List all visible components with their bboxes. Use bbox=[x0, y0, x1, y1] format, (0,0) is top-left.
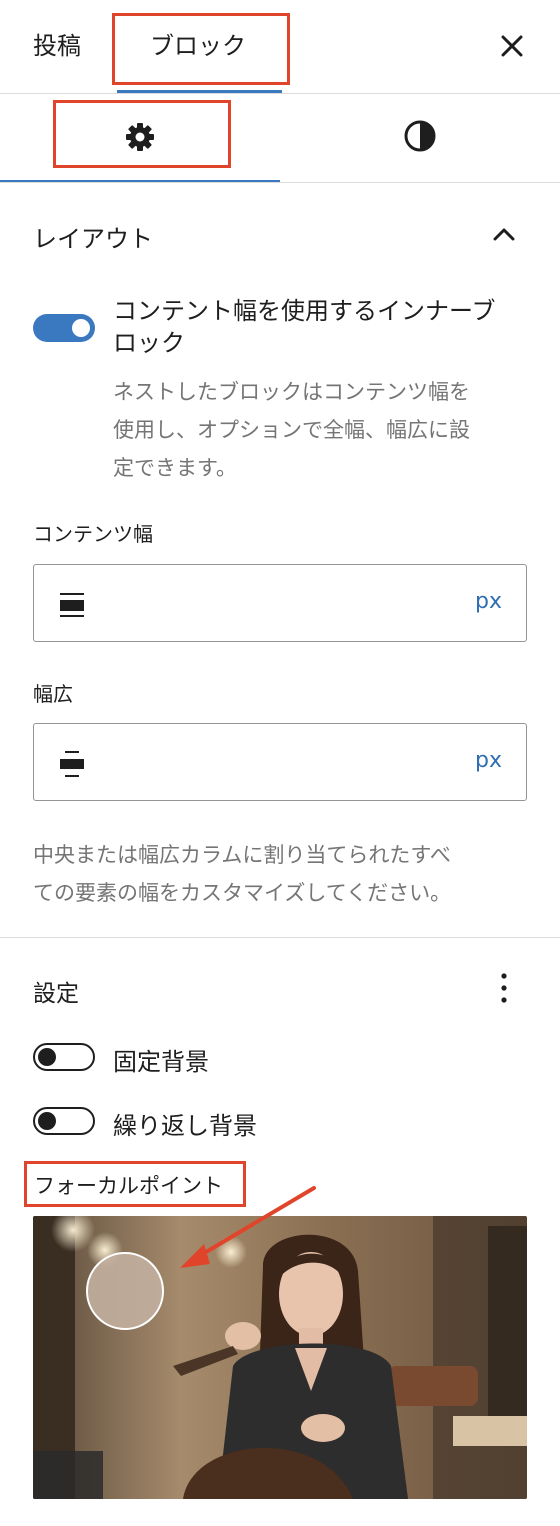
repeat-background-toggle[interactable] bbox=[33, 1107, 95, 1135]
wide-width-label: 幅広 bbox=[33, 682, 73, 706]
tab-post[interactable]: 投稿 bbox=[33, 31, 81, 61]
width-note-text: 中央または幅広カラムに割り当てられたすべ ての要素の幅をカスタマイズしてください… bbox=[33, 836, 451, 912]
repeat-background-label: 繰り返し背景 bbox=[113, 1112, 257, 1140]
fixed-background-toggle[interactable] bbox=[33, 1043, 95, 1071]
content-width-label: コンテンツ幅 bbox=[33, 522, 153, 546]
settings-panel-title: 設定 bbox=[33, 981, 79, 1007]
more-vertical-icon bbox=[501, 973, 507, 1003]
toggle-label-line-2: ロック bbox=[113, 329, 185, 357]
content-width-unit[interactable]: px bbox=[475, 589, 502, 614]
layout-panel-header[interactable]: レイアウト bbox=[0, 205, 560, 265]
fixed-background-label: 固定背景 bbox=[113, 1048, 209, 1076]
layout-divider bbox=[0, 937, 560, 938]
annotation-arrow bbox=[180, 1186, 316, 1268]
toggle-knob bbox=[38, 1048, 56, 1066]
tab-post-label: 投稿 bbox=[33, 32, 81, 60]
help-line-2: 使用し、オプションで全幅、幅広に設 bbox=[113, 418, 470, 442]
tab-styles[interactable] bbox=[280, 94, 560, 182]
toggle-knob bbox=[38, 1112, 56, 1130]
toggle-help-text: ネストしたブロックはコンテンツ幅を 使用し、オプションで全幅、幅広に設 定できま… bbox=[113, 373, 470, 487]
toggle-label-line-1: コンテント幅を使用するインナーブ bbox=[113, 297, 496, 325]
toggle-label: コンテント幅を使用するインナーブ ロック bbox=[113, 295, 496, 359]
help-line-1: ネストしたブロックはコンテンツ幅を bbox=[113, 380, 470, 404]
close-button[interactable] bbox=[496, 30, 528, 62]
settings-options-button[interactable] bbox=[490, 968, 518, 1008]
close-icon bbox=[501, 35, 523, 57]
note-line-2: ての要素の幅をカスタマイズしてください。 bbox=[33, 881, 452, 905]
subtab-divider bbox=[0, 182, 560, 183]
content-width-field[interactable]: px bbox=[33, 564, 527, 642]
note-line-1: 中央または幅広カラムに割り当てられたすべ bbox=[33, 843, 451, 867]
wide-width-field[interactable]: px bbox=[33, 723, 527, 801]
inner-blocks-content-width-toggle[interactable] bbox=[33, 314, 95, 342]
focal-point-handle[interactable] bbox=[86, 1252, 164, 1330]
content-width-icon bbox=[60, 593, 84, 617]
highlight-box-tab-block bbox=[112, 13, 290, 85]
highlight-box-settings-tab bbox=[53, 100, 231, 168]
help-line-3: 定できます。 bbox=[113, 456, 237, 480]
wide-width-icon bbox=[60, 751, 84, 777]
layout-panel-title: レイアウト bbox=[33, 225, 153, 253]
toggle-knob bbox=[72, 319, 90, 337]
wide-width-unit[interactable]: px bbox=[475, 748, 502, 773]
chevron-up-icon bbox=[493, 228, 515, 241]
half-circle-contrast-icon bbox=[404, 120, 436, 152]
